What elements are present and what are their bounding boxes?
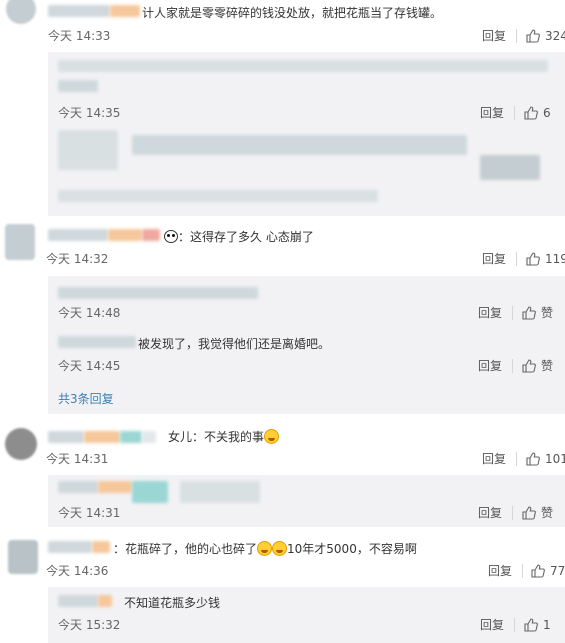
username[interactable]: [142, 229, 160, 241]
reply-text: [98, 481, 132, 493]
avatar[interactable]: [5, 428, 37, 460]
divider: [522, 564, 523, 578]
username[interactable]: [48, 229, 108, 241]
divider: [512, 359, 513, 373]
divider: [512, 306, 513, 320]
comment-text: ：这得存了多久 心态崩了: [164, 229, 314, 245]
thumbs-up-icon: [526, 29, 540, 43]
reply-text: [132, 481, 168, 503]
avatar[interactable]: [5, 224, 35, 260]
like-label: 赞: [541, 506, 554, 520]
reply-text: 被发现了，我觉得他们还是离婚吧。: [138, 337, 331, 351]
like-button[interactable]: 101: [526, 451, 565, 467]
comment-time: 今天 14:33: [48, 29, 111, 43]
reply-button[interactable]: 回复: [482, 251, 506, 267]
comment-time: 今天 14:32: [46, 252, 109, 266]
like-button[interactable]: 324: [526, 28, 565, 44]
reply-text: [58, 190, 378, 202]
username[interactable]: [98, 595, 112, 607]
username[interactable]: [48, 431, 84, 443]
username[interactable]: [84, 431, 120, 443]
like-count: 101: [545, 452, 565, 466]
thumbs-up-icon: [522, 506, 536, 520]
reply-text: [58, 80, 98, 92]
comment-time: 今天 14:31: [46, 452, 109, 466]
divider: [516, 29, 517, 43]
reply-button[interactable]: 回复: [482, 451, 506, 467]
comment-text: 计人家就是零零碎碎的钱没处放，就把花瓶当了存钱罐。: [142, 6, 443, 20]
divider: [514, 106, 515, 120]
reply-text: [58, 481, 98, 493]
username[interactable]: [120, 431, 142, 443]
reply-text: [480, 155, 540, 180]
like-count: 1: [543, 618, 551, 632]
like-button[interactable]: 赞: [522, 505, 553, 521]
like-count: 119: [545, 252, 565, 266]
reply-button[interactable]: 回复: [480, 105, 504, 121]
like-count: 6: [543, 106, 551, 120]
username[interactable]: [110, 5, 140, 17]
reply-text: 不知道花瓶多少钱: [124, 596, 221, 610]
username[interactable]: [92, 541, 110, 553]
reply-text: [58, 287, 258, 299]
reply-text: [58, 130, 118, 170]
comment-time: 今天 14:36: [46, 564, 109, 578]
divider: [514, 618, 515, 632]
like-button[interactable]: 赞: [522, 358, 553, 374]
reply-text: [58, 60, 548, 72]
thumbs-up-icon: [524, 618, 538, 632]
avatar[interactable]: [6, 0, 36, 24]
username[interactable]: [142, 431, 156, 443]
reply-time: 今天 14:31: [58, 506, 121, 520]
like-label: 赞: [541, 306, 554, 320]
reply-button[interactable]: 回复: [478, 305, 502, 321]
thumbs-up-icon: [526, 452, 540, 466]
laughing-emoji-icon: [257, 541, 273, 556]
username[interactable]: [108, 229, 142, 241]
reply-time: 今天 14:45: [58, 359, 121, 373]
divider: [516, 252, 517, 266]
laughing-emoji-icon: [272, 541, 288, 556]
like-button[interactable]: 119: [526, 251, 565, 267]
expand-replies-link[interactable]: 共3条回复: [58, 391, 114, 407]
like-button[interactable]: 赞: [522, 305, 553, 321]
reply-button[interactable]: 回复: [478, 505, 502, 521]
username[interactable]: [58, 336, 136, 348]
like-button[interactable]: 1: [524, 617, 551, 633]
divider: [512, 506, 513, 520]
username[interactable]: [48, 5, 110, 17]
reply-button[interactable]: 回复: [480, 617, 504, 633]
thumbs-up-icon: [531, 564, 545, 578]
reply-button[interactable]: 回复: [488, 563, 512, 579]
like-count: 77: [550, 564, 565, 578]
like-count: 324: [545, 29, 565, 43]
thumbs-up-icon: [524, 106, 538, 120]
reply-time: 今天 14:35: [58, 106, 121, 120]
username[interactable]: [48, 541, 92, 553]
thumbs-up-icon: [522, 359, 536, 373]
reply-time: 今天 14:48: [58, 306, 121, 320]
panda-icon: [164, 230, 178, 243]
username[interactable]: [58, 595, 98, 607]
divider: [516, 452, 517, 466]
like-button[interactable]: 6: [524, 105, 551, 121]
thumbs-up-icon: [522, 306, 536, 320]
like-label: 赞: [541, 359, 554, 373]
avatar[interactable]: [8, 540, 38, 574]
laughing-emoji-icon: [264, 429, 280, 444]
reply-text: [180, 481, 260, 503]
reply-text: [132, 135, 467, 155]
thumbs-up-icon: [526, 252, 540, 266]
comment-text: 女儿：不关我的事: [168, 429, 280, 445]
like-button[interactable]: 77: [531, 563, 565, 579]
reply-button[interactable]: 回复: [478, 358, 502, 374]
reply-button[interactable]: 回复: [482, 28, 506, 44]
comment-text: ：花瓶碎了，他的心也碎了 10年才5000，不容易啊: [113, 541, 417, 556]
reply-time: 今天 15:32: [58, 618, 121, 632]
